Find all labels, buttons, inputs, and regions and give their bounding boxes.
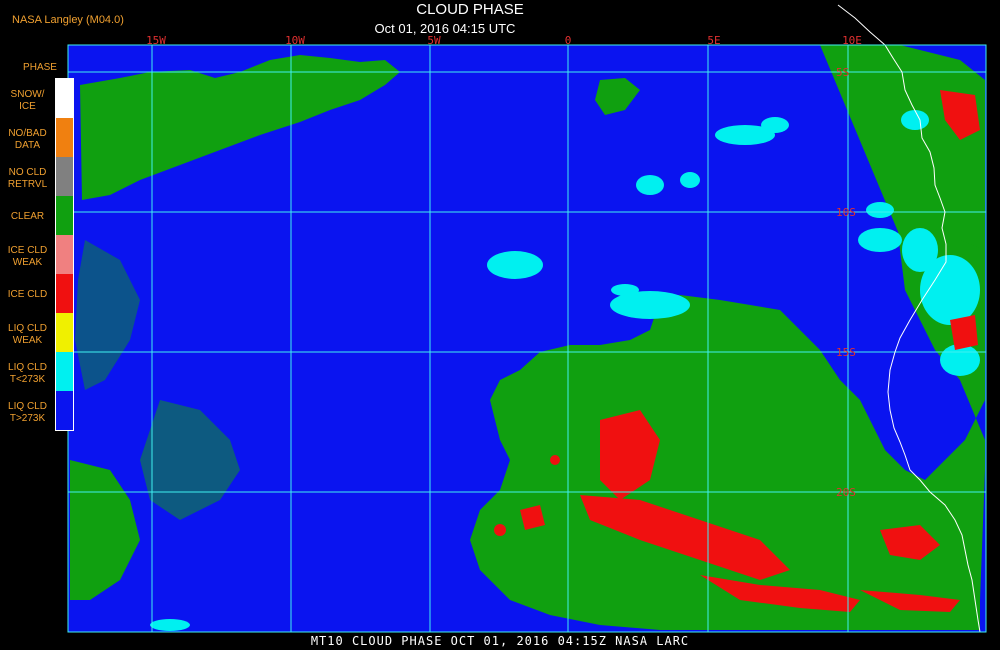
legend-swatch-snow-ice bbox=[56, 79, 74, 118]
longitude-label: 5E bbox=[707, 34, 721, 47]
legend-swatch-ice-cld-weak bbox=[56, 235, 74, 274]
legend-swatch-ice-cld bbox=[56, 274, 74, 313]
map-title: CLOUD PHASE bbox=[416, 1, 524, 18]
latitude-label: 10S bbox=[836, 206, 856, 219]
legend-label: LIQ CLD WEAK bbox=[8, 323, 47, 346]
legend-label: NO/BAD DATA bbox=[8, 128, 47, 151]
longitude-label: 10W bbox=[285, 34, 305, 47]
legend-title: PHASE bbox=[23, 62, 57, 73]
longitude-label: 0 bbox=[564, 34, 572, 47]
legend-swatch-liq-cld-weak bbox=[56, 313, 74, 352]
longitude-label: 15W bbox=[146, 34, 166, 47]
latitude-label: 20S bbox=[836, 486, 856, 499]
map-datetime: Oct 01, 2016 04:15 UTC bbox=[374, 21, 516, 36]
legend-label: SNOW/ ICE bbox=[10, 89, 45, 112]
legend-swatch-liq-cld-warm bbox=[56, 391, 74, 430]
legend-swatch-no-cld-retrvl bbox=[56, 157, 74, 196]
legend-label: ICE CLD WEAK bbox=[7, 245, 48, 268]
cloud-phase-map bbox=[67, 4, 987, 633]
latitude-label: 5S bbox=[836, 66, 850, 79]
longitude-label: 5W bbox=[427, 34, 441, 47]
legend-swatch-clear bbox=[56, 196, 74, 235]
legend-label: LIQ CLD T<273K bbox=[8, 362, 47, 385]
legend-swatch-liq-cld-cold bbox=[56, 352, 74, 391]
legend-swatch-no-bad-data bbox=[56, 118, 74, 157]
legend-label: NO CLD RETRVL bbox=[7, 167, 48, 190]
latitude-label: 15S bbox=[836, 346, 856, 359]
legend-label: LIQ CLD T>273K bbox=[8, 401, 47, 424]
footer-caption: MT10 CLOUD PHASE OCT 01, 2016 04:15Z NAS… bbox=[310, 634, 690, 648]
longitude-label: 10E bbox=[842, 34, 862, 47]
legend-label: CLEAR bbox=[10, 211, 45, 222]
legend-label: ICE CLD bbox=[7, 289, 48, 300]
